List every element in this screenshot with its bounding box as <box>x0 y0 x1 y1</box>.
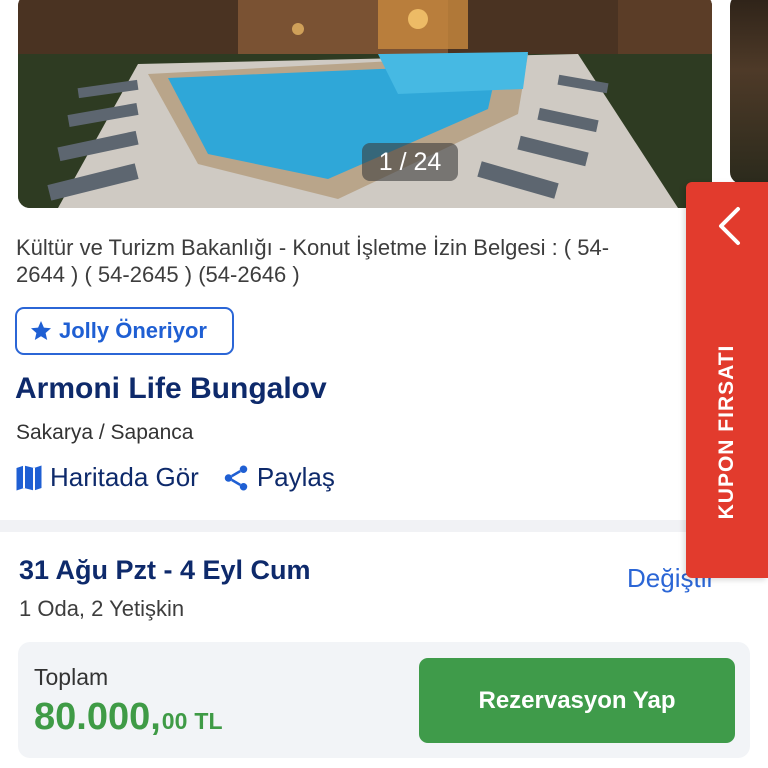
share-link-label: Paylaş <box>256 462 335 492</box>
badge-label: Jolly Öneriyor <box>59 318 207 343</box>
total-price-panel: Toplam 80.000, 00 TL Rezervasyon Yap <box>18 642 750 758</box>
total-price: 80.000, 00 TL <box>34 696 223 739</box>
license-line-1: Kültür ve Turizm Bakanlığı - Konut İşlet… <box>16 235 610 260</box>
license-line-2: 2644 ) ( 54-2645 ) (54-2646 ) <box>16 262 300 287</box>
map-link[interactable]: Haritada Gör <box>14 462 199 493</box>
share-link[interactable]: Paylaş <box>221 462 335 493</box>
next-photo-preview[interactable] <box>730 0 768 184</box>
hotel-location: Sakarya / Sapanca <box>16 421 194 444</box>
section-divider <box>0 520 768 532</box>
listing-actions: Haritada Gör Paylaş <box>14 462 357 493</box>
license-info: Kültür ve Turizm Bakanlığı - Konut İşlet… <box>16 234 716 288</box>
reserve-button[interactable]: Rezervasyon Yap <box>419 658 735 743</box>
chevron-left-icon <box>719 207 740 245</box>
map-icon <box>16 465 42 490</box>
price-currency: TL <box>194 708 223 734</box>
photo-counter: 1 / 24 <box>362 143 458 181</box>
hotel-photo[interactable]: 1 / 24 <box>18 0 712 208</box>
map-link-label: Haritada Gör <box>50 462 199 492</box>
guest-summary: 1 Oda, 2 Yetişkin <box>19 596 185 621</box>
total-label: Toplam <box>34 664 109 690</box>
stay-dates: 31 Ağu Pzt - 4 Eyl Cum <box>19 555 311 585</box>
hotel-title: Armoni Life Bungalov <box>15 372 327 405</box>
photo-gallery[interactable]: 1 / 24 <box>0 0 768 212</box>
coupon-side-tab[interactable]: KUPON FIRSATI <box>686 182 768 578</box>
star-icon <box>31 321 51 340</box>
price-main: 80.000, <box>34 696 161 738</box>
hotel-detail-page: 1 / 24 Kültür ve Turizm Bakanlığı - Konu… <box>0 0 768 768</box>
coupon-label: KUPON FIRSATI <box>715 344 738 520</box>
share-icon <box>224 465 248 490</box>
price-decimals: 00 <box>161 708 188 734</box>
recommended-badge: Jolly Öneriyor <box>15 307 234 355</box>
